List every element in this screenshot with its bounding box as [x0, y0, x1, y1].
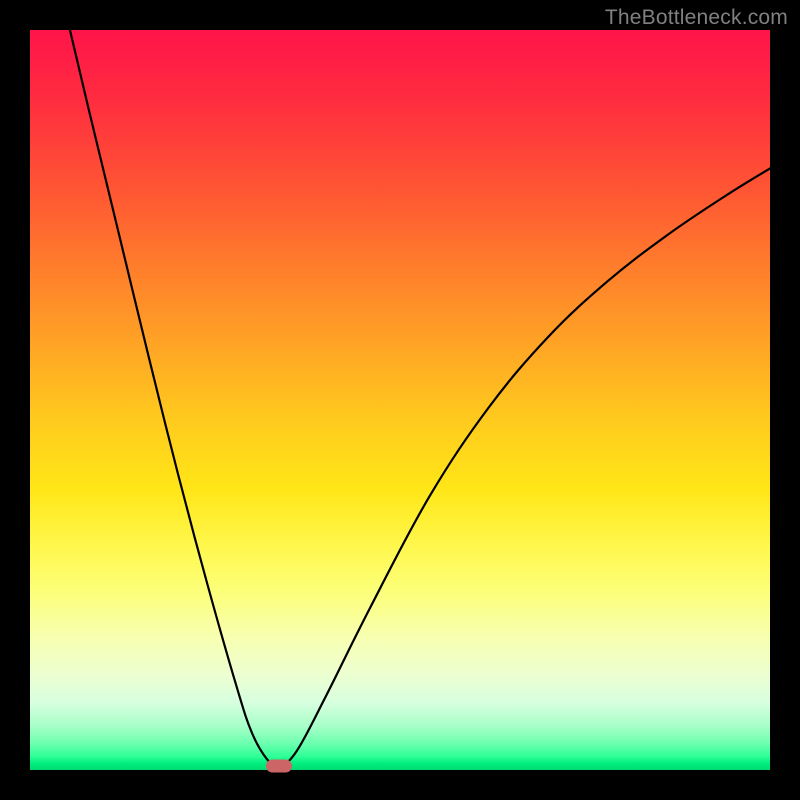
chart-plot-area — [30, 30, 770, 770]
chart-curve-svg — [30, 30, 770, 770]
minimum-marker — [266, 760, 292, 773]
watermark-text: TheBottleneck.com — [605, 6, 788, 30]
chart-frame: TheBottleneck.com — [0, 0, 800, 800]
bottleneck-curve — [70, 30, 770, 767]
